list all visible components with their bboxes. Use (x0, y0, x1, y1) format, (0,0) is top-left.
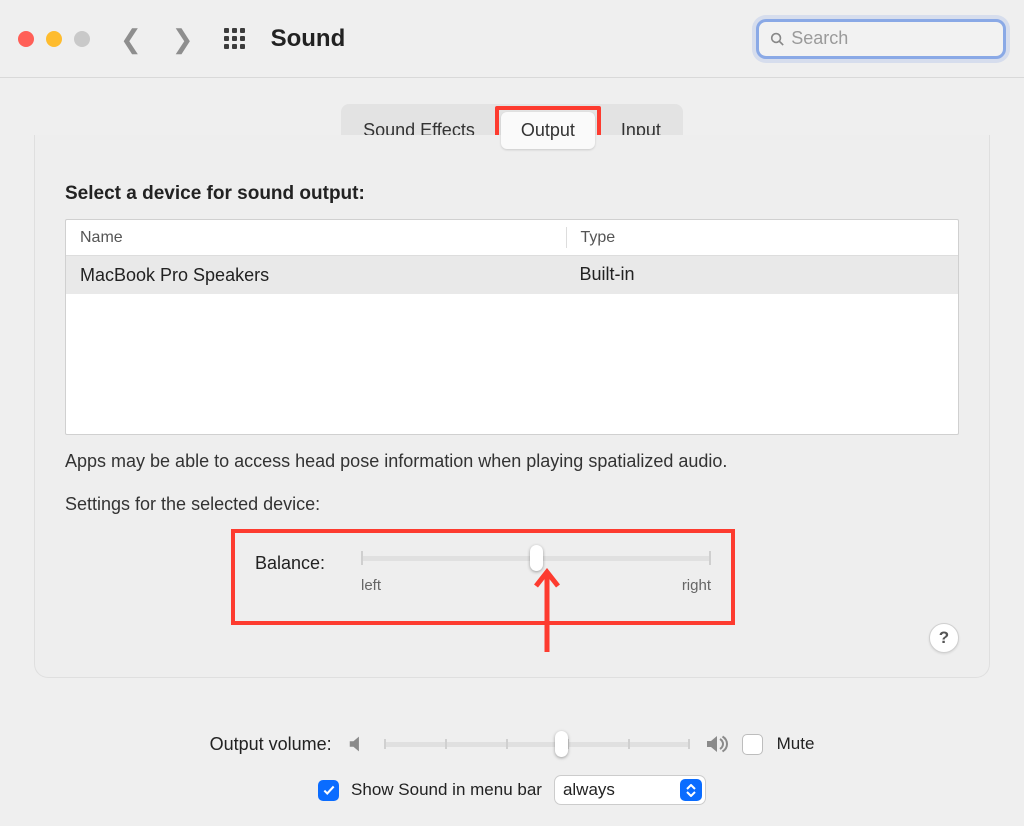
footer: Output volume: Mute Show Sound in menu b… (0, 710, 1024, 826)
show-menubar-checkbox[interactable] (318, 780, 339, 801)
device-type: Built-in (566, 264, 958, 287)
device-table-header: Name Type (66, 220, 958, 256)
spatial-audio-note: Apps may be able to access head pose inf… (65, 451, 959, 472)
window-controls (18, 31, 90, 47)
device-name: MacBook Pro Speakers (66, 265, 566, 286)
forward-button[interactable]: ❯ (172, 26, 194, 52)
window-title: Sound (271, 25, 346, 53)
output-volume-thumb[interactable] (555, 731, 568, 757)
speaker-low-icon (346, 733, 370, 755)
settings-heading: Settings for the selected device: (65, 494, 959, 515)
mute-checkbox[interactable] (742, 734, 763, 755)
output-panel: Select a device for sound output: Name T… (34, 135, 990, 678)
show-all-prefs-button[interactable] (224, 28, 245, 49)
device-table: Name Type MacBook Pro Speakers Built-in (65, 219, 959, 435)
balance-slider[interactable] (361, 549, 711, 567)
search-input[interactable] (791, 28, 993, 49)
select-device-heading: Select a device for sound output: (65, 183, 959, 205)
back-button[interactable]: ❮ (120, 26, 142, 52)
close-window-button[interactable] (18, 31, 34, 47)
column-type[interactable]: Type (566, 227, 958, 248)
zoom-window-button[interactable] (74, 31, 90, 47)
minimize-window-button[interactable] (46, 31, 62, 47)
annotation-output-highlight: Output (495, 106, 601, 155)
search-field[interactable] (756, 19, 1006, 59)
balance-label: Balance: (255, 553, 337, 574)
device-row[interactable]: MacBook Pro Speakers Built-in (66, 256, 958, 294)
speaker-high-icon (704, 731, 728, 757)
annotation-balance-highlight: Balance: left right (231, 529, 735, 625)
help-button[interactable]: ? (929, 623, 959, 653)
balance-right-label: right (682, 577, 711, 594)
search-icon (769, 30, 785, 48)
mute-label: Mute (777, 734, 815, 754)
titlebar: ❮ ❯ Sound (0, 0, 1024, 78)
balance-slider-thumb[interactable] (530, 545, 543, 571)
chevron-updown-icon (680, 779, 702, 801)
balance-left-label: left (361, 577, 381, 594)
show-menubar-label: Show Sound in menu bar (351, 780, 542, 800)
show-menubar-select[interactable]: always (554, 775, 706, 805)
tab-output[interactable]: Output (501, 112, 595, 149)
output-volume-label: Output volume: (210, 734, 332, 755)
column-name[interactable]: Name (66, 229, 566, 247)
show-menubar-value: always (563, 780, 615, 800)
output-volume-slider[interactable] (384, 735, 690, 753)
